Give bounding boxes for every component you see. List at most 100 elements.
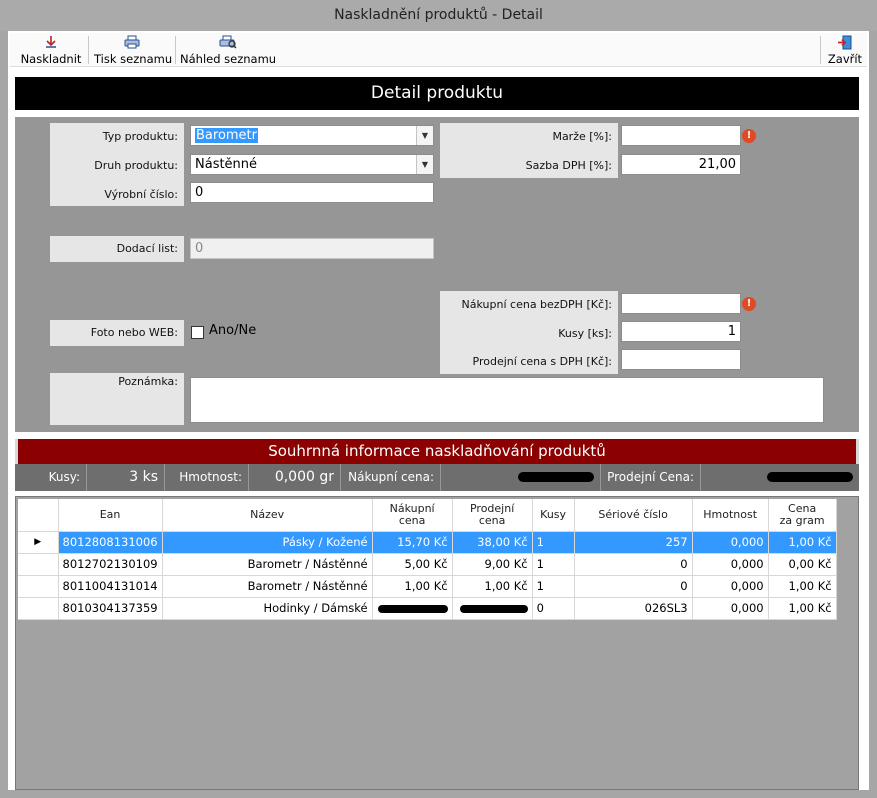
cell-seriove[interactable]: 0	[574, 575, 693, 598]
product-form: Typ produktu: Druh produktu: Výrobní čís…	[15, 117, 859, 432]
tisk-seznamu-button[interactable]: Tisk seznamu	[94, 33, 173, 67]
cell-hmotnost[interactable]: 0,000	[692, 575, 769, 598]
row-pointer-icon: ▶	[18, 531, 59, 554]
table-row[interactable]: ▶ 8012808131006 Pásky / Kožené 15,70 Kč …	[18, 531, 837, 554]
zavrit-button[interactable]: Zavřít	[826, 33, 864, 67]
cell-kusy[interactable]: 1	[532, 531, 575, 554]
summary-kusy-value: 3 ks	[87, 464, 165, 491]
window-title: Naskladnění produktů - Detail	[0, 0, 877, 31]
tisk-seznamu-label: Tisk seznamu	[94, 52, 173, 66]
summary-nakupni-value	[441, 464, 601, 491]
summary-prodejni-value	[701, 464, 859, 491]
column-header[interactable]: Kusy	[532, 499, 575, 532]
row-header[interactable]	[18, 597, 59, 620]
toolbar: Naskladnit Tisk seznamu Náhled seznamu Z…	[10, 33, 867, 67]
column-header[interactable]: Název	[162, 499, 373, 532]
label-group-product: Typ produktu: Druh produktu: Výrobní čís…	[50, 123, 184, 206]
cell-cena-gram[interactable]: 1,00 Kč	[768, 597, 837, 620]
cell-seriove[interactable]: 0	[574, 553, 693, 576]
cell-nazev[interactable]: Pásky / Kožené	[162, 531, 373, 554]
foto-web-checkbox[interactable]	[191, 326, 204, 339]
cell-prodejni[interactable]	[452, 597, 533, 620]
cell-prodejni[interactable]: 1,00 Kč	[452, 575, 533, 598]
zavrit-label: Zavřít	[827, 52, 863, 66]
foto-web-checkbox-label: Ano/Ne	[209, 323, 257, 338]
cell-cena-gram[interactable]: 1,00 Kč	[768, 531, 837, 554]
cell-hmotnost[interactable]: 0,000	[692, 553, 769, 576]
column-header[interactable]: Nákupní cena	[372, 499, 453, 532]
row-header[interactable]	[18, 575, 59, 598]
redacted-value	[459, 604, 528, 613]
column-header[interactable]: Prodejní cena	[452, 499, 533, 532]
cell-kusy[interactable]: 1	[532, 575, 575, 598]
cell-prodejni[interactable]: 38,00 Kč	[452, 531, 533, 554]
poznamka-input[interactable]	[190, 377, 824, 423]
nakupni-cena-input[interactable]	[621, 293, 741, 314]
toolbar-separator	[88, 36, 89, 64]
cell-cena-gram[interactable]: 0,00 Kč	[768, 553, 837, 576]
cell-nazev[interactable]: Hodinky / Dámské	[162, 597, 373, 620]
error-icon[interactable]: !	[742, 297, 756, 311]
table-header-row: Ean Název Nákupní cena Prodejní cena Kusy …	[18, 499, 837, 532]
toolbar-separator	[175, 36, 176, 64]
toolbar-separator	[820, 36, 821, 64]
kusy-input[interactable]: 1	[621, 321, 741, 342]
nahled-seznamu-label: Náhled seznamu	[180, 52, 277, 66]
kusy-label: Kusy [ks]:	[558, 327, 612, 340]
table-row[interactable]: 8012702130109 Barometr / Nástěnné 5,00 K…	[18, 553, 837, 576]
naskladnit-button[interactable]: Naskladnit	[20, 33, 82, 67]
table-row[interactable]: 8010304137359 Hodinky / Dámské 0 026SL3 …	[18, 597, 837, 620]
detail-header: Detail produktu	[15, 77, 859, 110]
summary-header: Souhrnná informace naskladňování produkt…	[15, 439, 859, 464]
typ-produktu-combo[interactable]: Barometr ▼	[190, 125, 434, 146]
cell-ean[interactable]: 8012808131006	[58, 531, 163, 554]
column-header[interactable]: Sériové číslo	[574, 499, 693, 532]
cell-nakupni[interactable]	[372, 597, 453, 620]
prodejni-cena-label: Prodejní cena s DPH [Kč]:	[472, 355, 612, 368]
dodaci-list-input[interactable]: 0	[190, 238, 434, 259]
cell-nazev[interactable]: Barometr / Nástěnné	[162, 553, 373, 576]
exit-icon	[826, 35, 864, 52]
cell-hmotnost[interactable]: 0,000	[692, 531, 769, 554]
cell-seriove[interactable]: 257	[574, 531, 693, 554]
dodaci-list-label: Dodací list:	[50, 236, 184, 262]
summary-prodejni-label: Prodejní Cena:	[601, 464, 701, 491]
cell-ean[interactable]: 8012702130109	[58, 553, 163, 576]
row-header[interactable]	[18, 553, 59, 576]
marze-input[interactable]	[621, 125, 741, 146]
nahled-seznamu-button[interactable]: Náhled seznamu	[180, 33, 276, 67]
error-icon[interactable]: !	[742, 129, 756, 143]
summary-bar: Kusy: 3 ks Hmotnost: 0,000 gr Nákupní ce…	[15, 464, 859, 491]
druh-produktu-value: Nástěnné	[195, 157, 258, 172]
summary-kusy-label: Kusy:	[15, 464, 87, 491]
chevron-down-icon[interactable]: ▼	[416, 155, 433, 174]
cell-kusy[interactable]: 1	[532, 553, 575, 576]
cell-nakupni[interactable]: 15,70 Kč	[372, 531, 453, 554]
print-icon	[94, 35, 170, 52]
cell-nazev[interactable]: Barometr / Nástěnné	[162, 575, 373, 598]
cell-hmotnost[interactable]: 0,000	[692, 597, 769, 620]
cell-ean[interactable]: 8011004131014	[58, 575, 163, 598]
druh-produktu-combo[interactable]: Nástěnné ▼	[190, 154, 434, 175]
summary-nakupni-label: Nákupní cena:	[341, 464, 441, 491]
vyrobni-cislo-input[interactable]: 0	[190, 182, 434, 203]
cell-ean[interactable]: 8010304137359	[58, 597, 163, 620]
cell-seriove[interactable]: 026SL3	[574, 597, 693, 620]
cell-nakupni[interactable]: 5,00 Kč	[372, 553, 453, 576]
products-table: Ean Název Nákupní cena Prodejní cena Kusy …	[18, 499, 837, 620]
cell-cena-gram[interactable]: 1,00 Kč	[768, 575, 837, 598]
redacted-value	[518, 472, 594, 482]
column-header[interactable]: Cena za gram	[768, 499, 837, 532]
cell-prodejni[interactable]: 9,00 Kč	[452, 553, 533, 576]
cell-kusy[interactable]: 0	[532, 597, 575, 620]
prodejni-cena-input[interactable]	[621, 349, 741, 370]
typ-produktu-label: Typ produktu:	[102, 130, 178, 143]
column-header[interactable]: Ean	[58, 499, 163, 532]
row-header-corner	[18, 499, 59, 532]
table-row[interactable]: 8011004131014 Barometr / Nástěnné 1,00 K…	[18, 575, 837, 598]
column-header[interactable]: Hmotnost	[692, 499, 769, 532]
poznamka-label: Poznámka:	[50, 373, 184, 425]
sazba-dph-input[interactable]: 21,00	[621, 154, 741, 175]
cell-nakupni[interactable]: 1,00 Kč	[372, 575, 453, 598]
chevron-down-icon[interactable]: ▼	[416, 126, 433, 145]
